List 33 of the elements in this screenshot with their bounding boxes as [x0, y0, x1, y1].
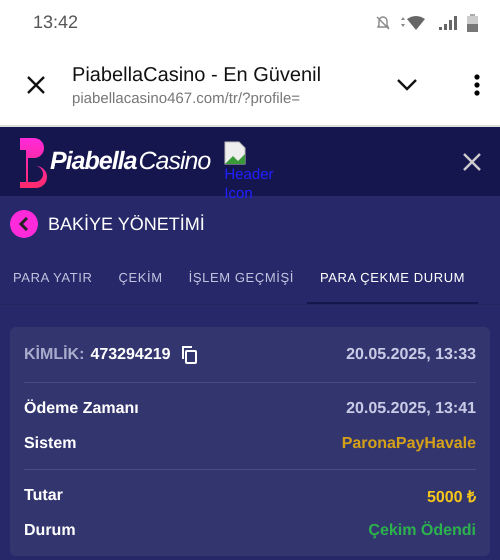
logo-text: Piabella	[50, 147, 136, 176]
status-time: 13:42	[33, 12, 78, 33]
logo-icon	[18, 136, 48, 188]
close-icon[interactable]	[26, 75, 46, 95]
back-button[interactable]	[10, 210, 38, 238]
id-value: 473294219	[90, 346, 171, 364]
tab[interactable]: PARA ÇEKME DURUM	[306, 260, 478, 304]
field-value: 20.05.2025, 13:41	[346, 400, 476, 418]
tab[interactable]: ÇEKİM	[105, 260, 176, 304]
muted-bell-icon	[375, 14, 391, 30]
signal-icon	[437, 14, 459, 30]
logo-text: Casino	[138, 147, 210, 176]
tab[interactable]: PARA YATIR	[0, 260, 106, 304]
field-label: Tutar	[24, 486, 63, 504]
section-title: BAKİYE YÖNETİMİ	[48, 214, 205, 234]
page-title: PiabellaCasino - En Güvenil	[72, 64, 322, 86]
field-label: Durum	[24, 522, 76, 540]
copy-icon[interactable]	[180, 346, 197, 364]
page-url: piabellacasino467.com/tr/?profile=	[72, 90, 302, 106]
chevron-down-icon[interactable]	[396, 78, 418, 92]
created-date: 20.05.2025, 13:33	[346, 346, 476, 364]
field-label: Sistem	[24, 434, 76, 452]
battery-icon	[467, 14, 478, 32]
field-label: Ödeme Zamanı	[24, 400, 139, 418]
field-value: ParonaPayHavale	[342, 434, 476, 452]
image-alt-text: Header Icon	[224, 165, 275, 203]
id-label: KİMLİK:	[24, 346, 84, 364]
more-menu-icon[interactable]	[474, 74, 480, 96]
field-value: Çekim Ödendi	[368, 522, 476, 540]
chevron-left-icon	[18, 217, 30, 231]
broken-image-icon	[224, 141, 246, 165]
field-value: 5000 ₺	[426, 488, 476, 506]
tab[interactable]: İŞLEM GEÇMİŞİ	[176, 260, 307, 304]
